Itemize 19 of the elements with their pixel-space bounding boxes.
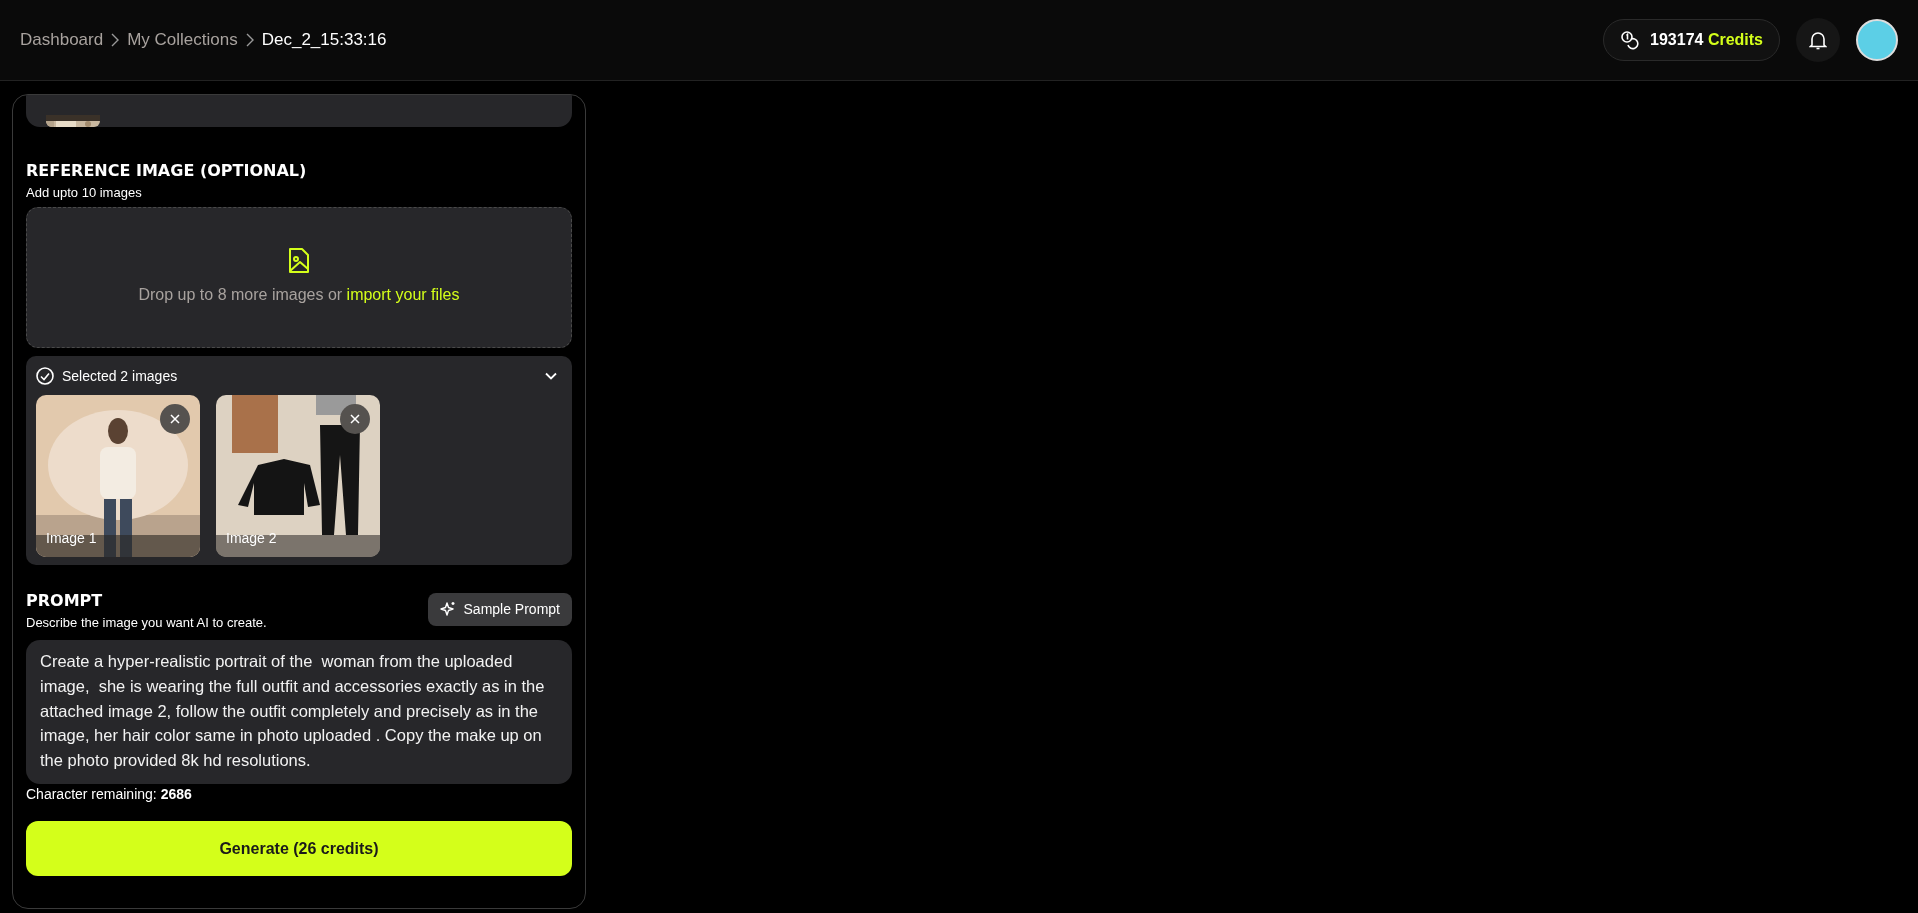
drop-instructions: Drop up to 8 more images or import your files — [138, 285, 460, 305]
import-link[interactable]: import your files — [346, 286, 460, 303]
prompt-field[interactable]: Create a hyper-realistic portrait of the woman from the uploaded image, she is wearing the full outfit and accessories exactly as in the attached image 2, follow the outfit completely and precisely as in the image, her hair color same in photo uploaded . Copy the make up on the photo provided 8k hd resolutions. — [26, 640, 572, 784]
credits-amount: 193174 — [1650, 31, 1704, 48]
selected-count: Selected 2 images — [62, 366, 178, 386]
character-counter: Character remaining: 2686 — [26, 785, 193, 804]
sample-prompt-button[interactable]: Sample Prompt — [427, 592, 572, 626]
credits-label: Credits — [1707, 31, 1763, 48]
breadcrumb-link[interactable]: My Collections — [127, 27, 238, 53]
generate-button[interactable]: Generate (26 credits) — [26, 821, 572, 876]
breadcrumb-link[interactable]: Dashboard — [20, 27, 104, 53]
credits-pill[interactable]: 193174 Credits — [1603, 19, 1780, 61]
breadcrumb-link[interactable]: Dec_2_15:33:16 — [261, 27, 387, 53]
section-subtitle: Describe the image you want AI to create. — [26, 613, 267, 632]
section-title: REFERENCE IMAGE (OPTIONAL) — [26, 160, 308, 182]
section-subtitle: Add upto 10 images — [26, 184, 143, 202]
drop-zone[interactable]: Drop up to 8 more images or import your files — [26, 206, 572, 348]
section-title: PROMPT — [26, 589, 104, 612]
image-label: Image 1 — [46, 528, 97, 548]
